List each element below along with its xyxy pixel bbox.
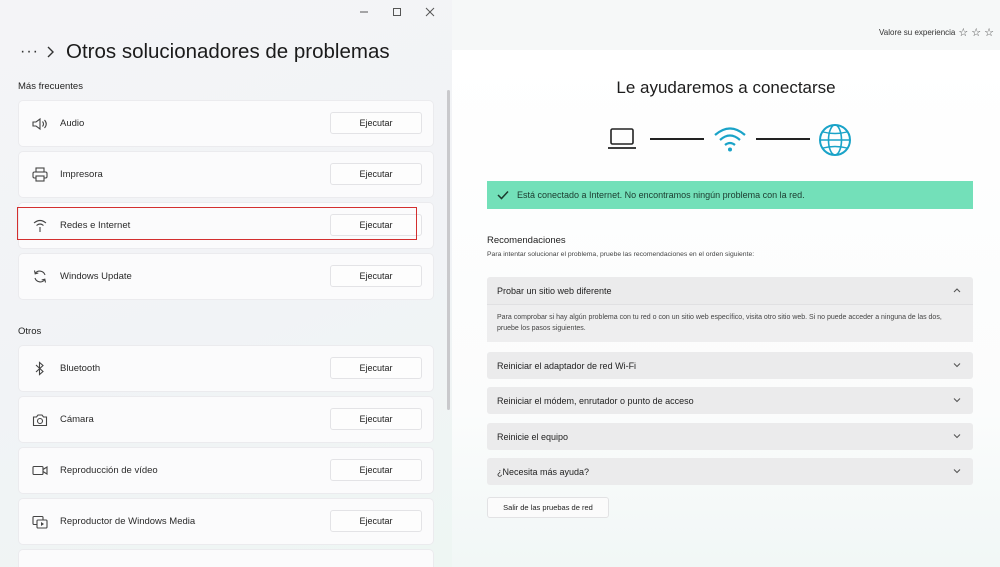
- rating-label: Valore su experiencia: [879, 28, 956, 37]
- section-heading-others: Otros: [18, 326, 42, 337]
- troubleshooter-row-video-playback: Reproducción de vídeo Ejecutar: [19, 448, 433, 493]
- troubleshooter-row-printer: Impresora Ejecutar: [19, 152, 433, 197]
- troubleshooter-label: Reproductor de Windows Media: [60, 516, 196, 527]
- run-button-bluetooth[interactable]: Ejecutar: [330, 357, 422, 379]
- run-button-audio[interactable]: Ejecutar: [330, 112, 422, 134]
- troubleshooter-row-windows-media-player: Reproductor de Windows Media Ejecutar: [19, 499, 433, 544]
- troubleshooter-row-audio: Audio Ejecutar: [19, 101, 433, 146]
- accordion-title: Reiniciar el adaptador de red Wi-Fi: [497, 360, 637, 371]
- accordion-title: ¿Necesita más ayuda?: [497, 466, 590, 477]
- more-options-button[interactable]: ···: [20, 42, 46, 62]
- scrollbar[interactable]: [447, 90, 450, 410]
- status-banner: Está conectado a Internet. No encontramo…: [487, 181, 973, 209]
- recommendations-subtitle: Para intentar solucionar el problema, pr…: [487, 251, 755, 258]
- accordion-header[interactable]: ¿Necesita más ayuda?: [487, 458, 973, 485]
- media-player-icon: [30, 512, 50, 532]
- troubleshooter-label: Cámara: [60, 414, 94, 425]
- status-message: Está conectado a Internet. No encontramo…: [517, 190, 805, 200]
- star-icon[interactable]: ☆: [958, 26, 968, 39]
- run-button-video-playback[interactable]: Ejecutar: [330, 459, 422, 481]
- network-troubleshooter-window: Valore su experiencia ☆ ☆ ☆ Le ayudaremo…: [452, 0, 1000, 567]
- rating-bar: Valore su experiencia ☆ ☆ ☆: [879, 26, 994, 39]
- checkmark-icon: [497, 190, 511, 200]
- troubleshooter-row-camera: Cámara Ejecutar: [19, 397, 433, 442]
- minimize-icon: [359, 11, 368, 13]
- window-controls: [347, 4, 446, 20]
- troubleshooter-label: Audio: [60, 118, 85, 129]
- accordion-restart-computer[interactable]: Reinicie el equipo: [487, 423, 973, 450]
- section-heading-frequent: Más frecuentes: [18, 81, 83, 92]
- accordion-header[interactable]: Reiniciar el módem, enrutador o punto de…: [487, 387, 973, 414]
- video-icon: [30, 461, 50, 481]
- close-icon: [425, 7, 434, 17]
- chevron-down-icon: [953, 395, 961, 405]
- accordion-title: Reinicie el equipo: [497, 431, 569, 442]
- maximize-button[interactable]: [380, 4, 413, 20]
- printer-icon: [30, 165, 50, 185]
- troubleshooter-label: Windows Update: [60, 271, 132, 282]
- star-icon[interactable]: ☆: [984, 26, 994, 39]
- run-button-printer[interactable]: Ejecutar: [330, 163, 422, 185]
- speaker-icon: [30, 114, 50, 134]
- page-title: Otros solucionadores de problemas: [66, 40, 390, 63]
- recommendations-heading: Recomendaciones: [487, 235, 566, 246]
- camera-icon: [30, 410, 50, 430]
- chevron-down-icon: [953, 431, 961, 441]
- bluetooth-icon: [30, 359, 50, 379]
- accordion-try-different-website: Probar un sitio web diferente Para compr…: [487, 277, 973, 342]
- accordion-header[interactable]: Reinicie el equipo: [487, 423, 973, 450]
- minimize-button[interactable]: [347, 4, 380, 20]
- run-button-windows-media-player[interactable]: Ejecutar: [330, 510, 422, 532]
- accordion-title: Probar un sitio web diferente: [497, 285, 612, 296]
- sync-icon: [30, 267, 50, 287]
- accordion-header[interactable]: Reiniciar el adaptador de red Wi-Fi: [487, 352, 973, 379]
- run-button-windows-update[interactable]: Ejecutar: [330, 265, 422, 287]
- wifi-icon: [714, 127, 746, 152]
- troubleshooter-label: Reproducción de vídeo: [60, 465, 158, 476]
- chevron-up-icon: [953, 285, 961, 295]
- accordion-need-more-help[interactable]: ¿Necesita más ayuda?: [487, 458, 973, 485]
- chevron-down-icon: [953, 360, 961, 370]
- accordion-restart-modem[interactable]: Reiniciar el módem, enrutador o punto de…: [487, 387, 973, 414]
- exit-network-tests-button[interactable]: Salir de las pruebas de red: [487, 497, 609, 518]
- troubleshooter-row-partial: [19, 550, 433, 567]
- connect-title: Le ayudaremos a conectarse: [616, 78, 836, 97]
- troubleshooter-row-bluetooth: Bluetooth Ejecutar: [19, 346, 433, 391]
- troubleshooter-label: Bluetooth: [60, 363, 101, 374]
- accordion-body: Para comprobar si hay algún problema con…: [487, 304, 973, 342]
- run-button-camera[interactable]: Ejecutar: [330, 408, 422, 430]
- troubleshooters-window: ··· Otros solucionadores de problemas Má…: [0, 0, 452, 567]
- breadcrumb: ··· Otros solucionadores de problemas: [20, 40, 390, 64]
- accordion-title: Reiniciar el módem, enrutador o punto de…: [497, 395, 694, 406]
- close-button[interactable]: [413, 4, 446, 20]
- troubleshooter-row-windows-update: Windows Update Ejecutar: [19, 254, 433, 299]
- accordion-restart-wifi-adapter[interactable]: Reiniciar el adaptador de red Wi-Fi: [487, 352, 973, 379]
- laptop-icon: [608, 128, 636, 149]
- chevron-down-icon: [953, 466, 961, 476]
- maximize-icon: [392, 8, 401, 16]
- connection-diagram: [608, 124, 851, 156]
- troubleshooter-label: Impresora: [60, 169, 103, 180]
- highlight-frame: [17, 207, 417, 240]
- star-icon[interactable]: ☆: [971, 26, 981, 39]
- globe-icon: [819, 124, 851, 156]
- accordion-header[interactable]: Probar un sitio web diferente: [487, 277, 973, 304]
- chevron-right-icon: [46, 42, 64, 62]
